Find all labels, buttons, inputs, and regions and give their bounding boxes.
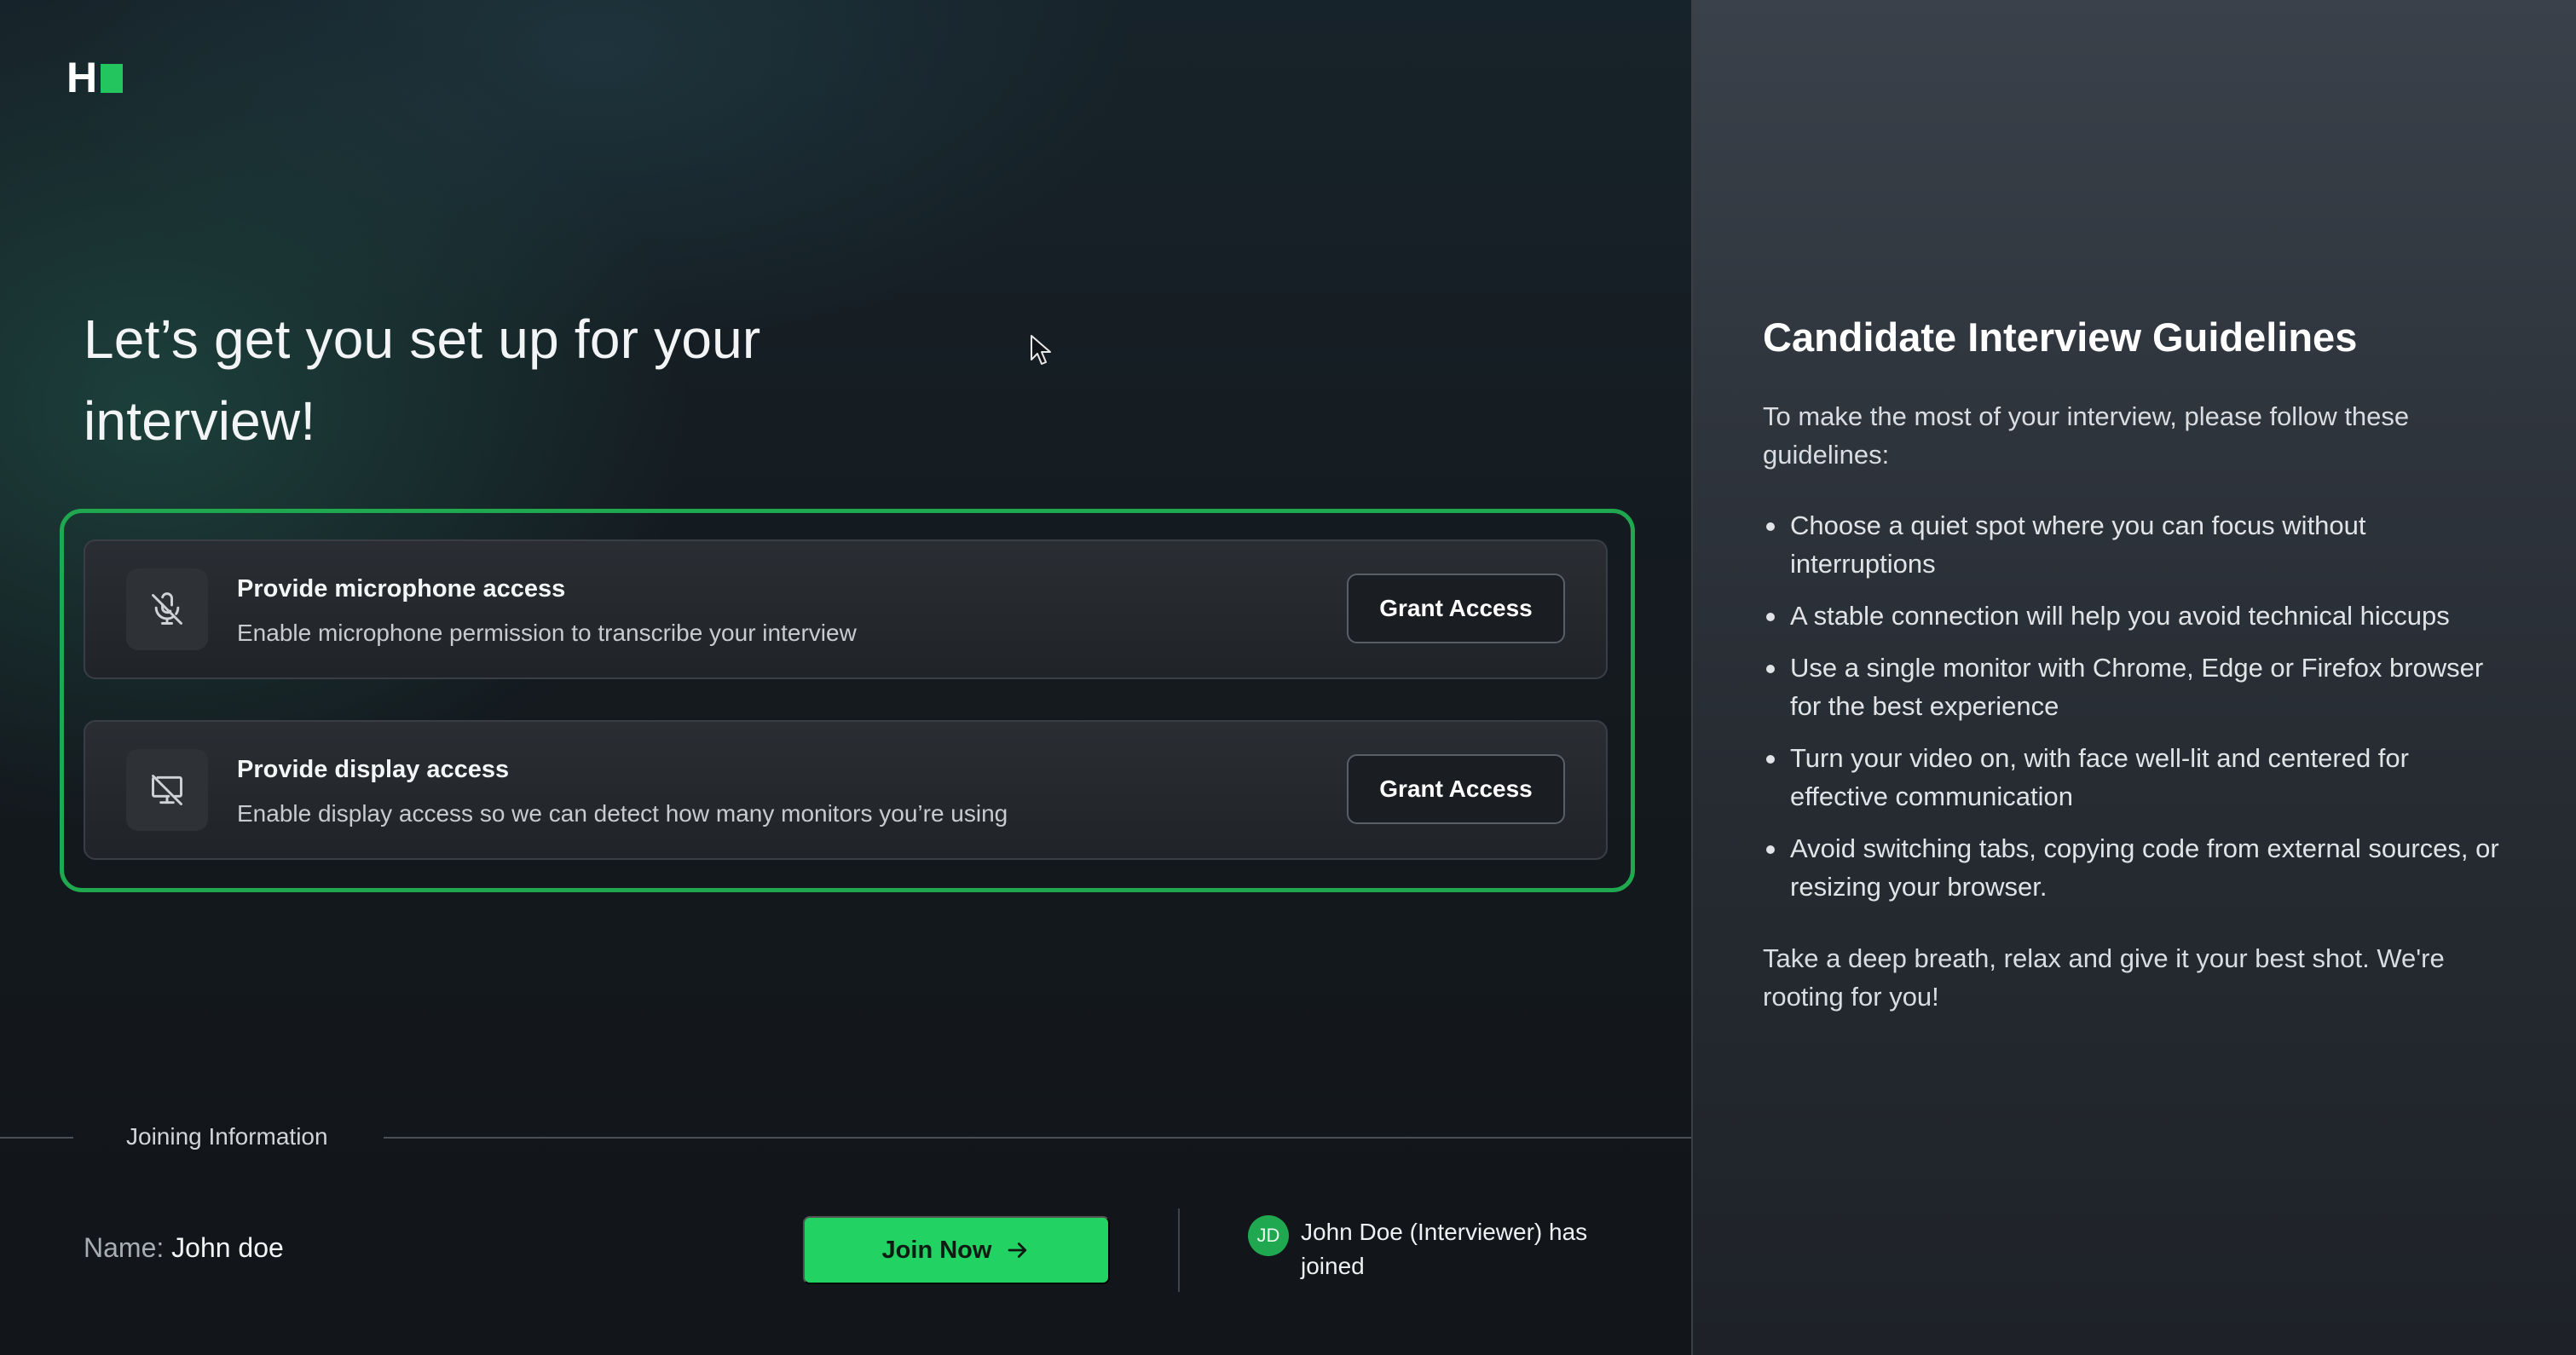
- grant-microphone-access-button[interactable]: Grant Access: [1347, 574, 1565, 643]
- display-card-title: Provide display access: [237, 756, 510, 783]
- logo-block-icon: [101, 64, 124, 93]
- microphone-off-icon: [126, 568, 208, 650]
- guidelines-list: Choose a quiet spot where you can focus …: [1763, 506, 2513, 920]
- join-now-label: Join Now: [881, 1236, 992, 1264]
- microphone-access-card: Provide microphone access Enable microph…: [84, 539, 1608, 679]
- participant-joined-status: John Doe (Interviewer) has joined: [1301, 1219, 1588, 1279]
- logo-letter: H: [66, 54, 98, 101]
- guideline-item: Turn your video on, with face well-lit a…: [1763, 739, 2513, 816]
- display-card-description: Enable display access so we can detect h…: [237, 800, 1008, 827]
- guidelines-intro: To make the most of your interview, plea…: [1763, 401, 2410, 470]
- candidate-name: Name: John doe: [84, 1232, 284, 1264]
- joining-divider-left: [0, 1137, 73, 1139]
- display-access-card: Provide display access Enable display ac…: [84, 720, 1608, 860]
- brand-logo: H: [66, 54, 124, 101]
- join-now-button[interactable]: Join Now: [803, 1216, 1110, 1284]
- page-title: Let’s get you set up for your interview!: [84, 308, 761, 452]
- name-value: John doe: [171, 1232, 284, 1263]
- vertical-divider: [1178, 1208, 1180, 1292]
- avatar: JD: [1248, 1215, 1289, 1256]
- arrow-right-icon: [1008, 1243, 1027, 1258]
- microphone-card-title: Provide microphone access: [237, 575, 566, 603]
- mouse-cursor-icon: [1031, 335, 1051, 365]
- microphone-card-description: Enable microphone permission to transcri…: [237, 620, 857, 646]
- guideline-item: Choose a quiet spot where you can focus …: [1763, 506, 2513, 583]
- guideline-item: A stable connection will help you avoid …: [1763, 597, 2513, 635]
- monitor-off-icon: [126, 749, 208, 831]
- setup-panel: H Let’s get you set up for your intervie…: [0, 0, 1691, 1355]
- joining-divider-right: [384, 1137, 1691, 1139]
- guidelines-title: Candidate Interview Guidelines: [1763, 314, 2358, 360]
- name-label: Name:: [84, 1232, 165, 1263]
- joining-information-label: Joining Information: [126, 1123, 328, 1150]
- interview-setup-page: H Let’s get you set up for your intervie…: [0, 0, 2576, 1355]
- guidelines-panel: Candidate Interview Guidelines To make t…: [1691, 0, 2576, 1355]
- guideline-item: Avoid switching tabs, copying code from …: [1763, 829, 2513, 906]
- guidelines-outro: Take a deep breath, relax and give it yo…: [1763, 943, 2445, 1012]
- grant-display-access-button[interactable]: Grant Access: [1347, 754, 1565, 824]
- guideline-item: Use a single monitor with Chrome, Edge o…: [1763, 649, 2513, 725]
